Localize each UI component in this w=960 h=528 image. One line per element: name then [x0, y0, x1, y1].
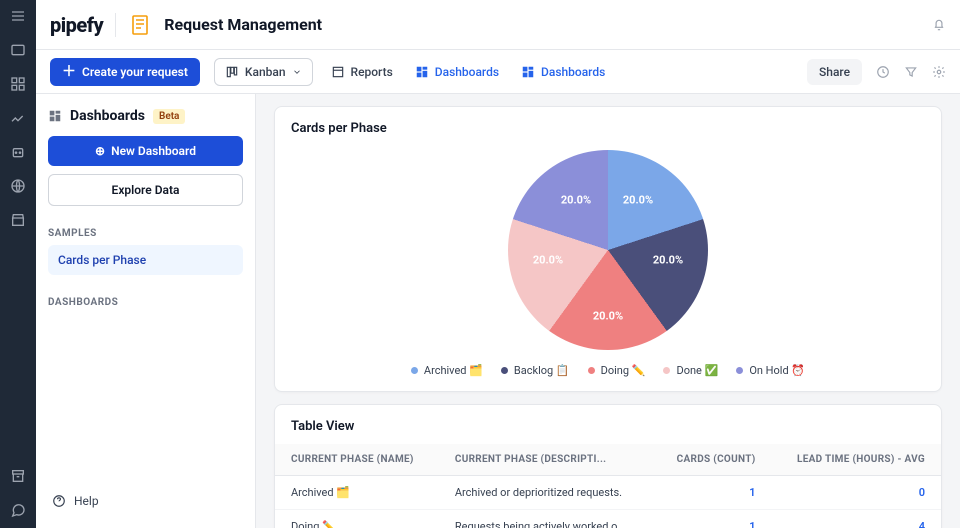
menu-icon[interactable] [10, 8, 26, 24]
legend-item[interactable]: Backlog 📋 [501, 364, 570, 377]
bell-icon[interactable] [932, 18, 946, 32]
dashboard-icon [415, 65, 429, 79]
kanban-icon [225, 65, 239, 79]
grid-icon[interactable] [10, 76, 26, 92]
view-selector-label: Kanban [245, 65, 286, 79]
page-title: Request Management [164, 15, 322, 34]
help-icon [52, 494, 66, 508]
dashboards-icon [48, 109, 62, 123]
cell-count[interactable]: 1 [654, 510, 771, 528]
view-selector[interactable]: Kanban [214, 58, 313, 86]
slice-label: 20.0% [623, 194, 653, 207]
legend-dot [663, 367, 670, 374]
archive-icon[interactable] [10, 468, 26, 484]
create-request-button[interactable]: ＋ Create your request [50, 58, 200, 86]
tab-label: Reports [351, 65, 393, 79]
new-dashboard-button[interactable]: ⊕ New Dashboard [48, 136, 243, 166]
legend-label: Archived 🗂️ [424, 364, 483, 377]
beta-badge: Beta [153, 109, 185, 124]
help-link[interactable]: Help [48, 486, 243, 516]
column-header[interactable]: CARDS (COUNT) [654, 444, 771, 476]
slice-label: 20.0% [653, 254, 683, 267]
sidebar: Dashboards Beta ⊕ New Dashboard Explore … [36, 94, 256, 528]
filter-icon[interactable] [904, 65, 918, 79]
legend-item[interactable]: Done ✅ [663, 364, 718, 377]
legend-dot [411, 367, 418, 374]
data-table: CURRENT PHASE (NAME)CURRENT PHASE (DESCR… [275, 444, 941, 528]
reports-icon [331, 65, 345, 79]
column-header[interactable]: CURRENT PHASE (DESCRIPTI... [439, 444, 654, 476]
slice-label: 20.0% [533, 254, 563, 267]
app-rail [0, 0, 36, 528]
tab-dashboards-1[interactable]: Dashboards [411, 61, 503, 83]
sidebar-title: Dashboards [70, 108, 145, 124]
section-label-dashboards: DASHBOARDS [48, 297, 243, 308]
table-title: Table View [275, 405, 941, 434]
legend-label: On Hold ⏰ [749, 364, 805, 377]
gear-icon[interactable] [932, 65, 946, 79]
card-icon[interactable] [10, 42, 26, 58]
cell-lead[interactable]: 4 [772, 510, 941, 528]
slice-label: 20.0% [561, 194, 591, 207]
explore-data-button[interactable]: Explore Data [48, 174, 243, 206]
legend-dot [501, 367, 508, 374]
chart-legend: Archived 🗂️ Backlog 📋 Doing ✏️ Done ✅ On Hol… [411, 364, 805, 377]
chart-title: Cards per Phase [275, 107, 941, 136]
cell-name: Archived 🗂️ [275, 476, 439, 510]
column-header[interactable]: CURRENT PHASE (NAME) [275, 444, 439, 476]
legend-label: Done ✅ [676, 364, 718, 377]
cell-desc: Requests being actively worked o... [439, 510, 654, 528]
content-area: Cards per Phase 20.0% 20.0% 20.0% 20.0% … [256, 94, 960, 528]
plus-icon: ＋ [62, 65, 76, 79]
tab-reports[interactable]: Reports [327, 61, 397, 83]
table-card: Table View CURRENT PHASE (NAME)CURRENT P… [274, 404, 942, 528]
brand-logo[interactable]: pipefy [50, 13, 103, 37]
cell-name: Doing ✏️ [275, 510, 439, 528]
new-dashboard-label: New Dashboard [111, 144, 196, 158]
tabbar: ＋ Create your request Kanban Reports Das… [36, 50, 960, 94]
cell-count[interactable]: 1 [654, 476, 771, 510]
legend-dot [736, 367, 743, 374]
table-row[interactable]: Doing ✏️Requests being actively worked o… [275, 510, 941, 528]
chat-icon[interactable] [10, 502, 26, 518]
explore-data-label: Explore Data [112, 183, 180, 197]
tab-label: Dashboards [435, 65, 499, 79]
chart-icon[interactable] [10, 110, 26, 126]
section-label-samples: SAMPLES [48, 228, 243, 239]
dashboard-icon [521, 65, 535, 79]
history-icon[interactable] [876, 65, 890, 79]
legend-item[interactable]: Doing ✏️ [588, 364, 646, 377]
share-button[interactable]: Share [807, 59, 862, 85]
globe-icon[interactable] [10, 178, 26, 194]
store-icon[interactable] [10, 212, 26, 228]
help-label: Help [74, 494, 99, 508]
bot-icon[interactable] [10, 144, 26, 160]
legend-item[interactable]: On Hold ⏰ [736, 364, 805, 377]
legend-label: Backlog 📋 [514, 364, 570, 377]
topbar: pipefy Request Management [36, 0, 960, 50]
chevron-down-icon [292, 67, 302, 77]
create-request-label: Create your request [82, 65, 188, 79]
legend-label: Doing ✏️ [601, 364, 646, 377]
cell-lead[interactable]: 0 [772, 476, 941, 510]
legend-item[interactable]: Archived 🗂️ [411, 364, 483, 377]
tab-dashboards-2[interactable]: Dashboards [517, 61, 609, 83]
divider [115, 13, 116, 37]
pie-chart: 20.0% 20.0% 20.0% 20.0% 20.0% [508, 150, 708, 350]
column-header[interactable]: LEAD TIME (HOURS) - AVG [772, 444, 941, 476]
plus-circle-icon: ⊕ [95, 144, 105, 158]
chart-card: Cards per Phase 20.0% 20.0% 20.0% 20.0% … [274, 106, 942, 392]
pipe-icon[interactable] [128, 13, 152, 37]
sidebar-item-cards-per-phase[interactable]: Cards per Phase [48, 245, 243, 275]
slice-label: 20.0% [593, 310, 623, 323]
legend-dot [588, 367, 595, 374]
cell-desc: Archived or deprioritized requests. [439, 476, 654, 510]
tab-label: Dashboards [541, 65, 605, 79]
table-row[interactable]: Archived 🗂️Archived or deprioritized req… [275, 476, 941, 510]
